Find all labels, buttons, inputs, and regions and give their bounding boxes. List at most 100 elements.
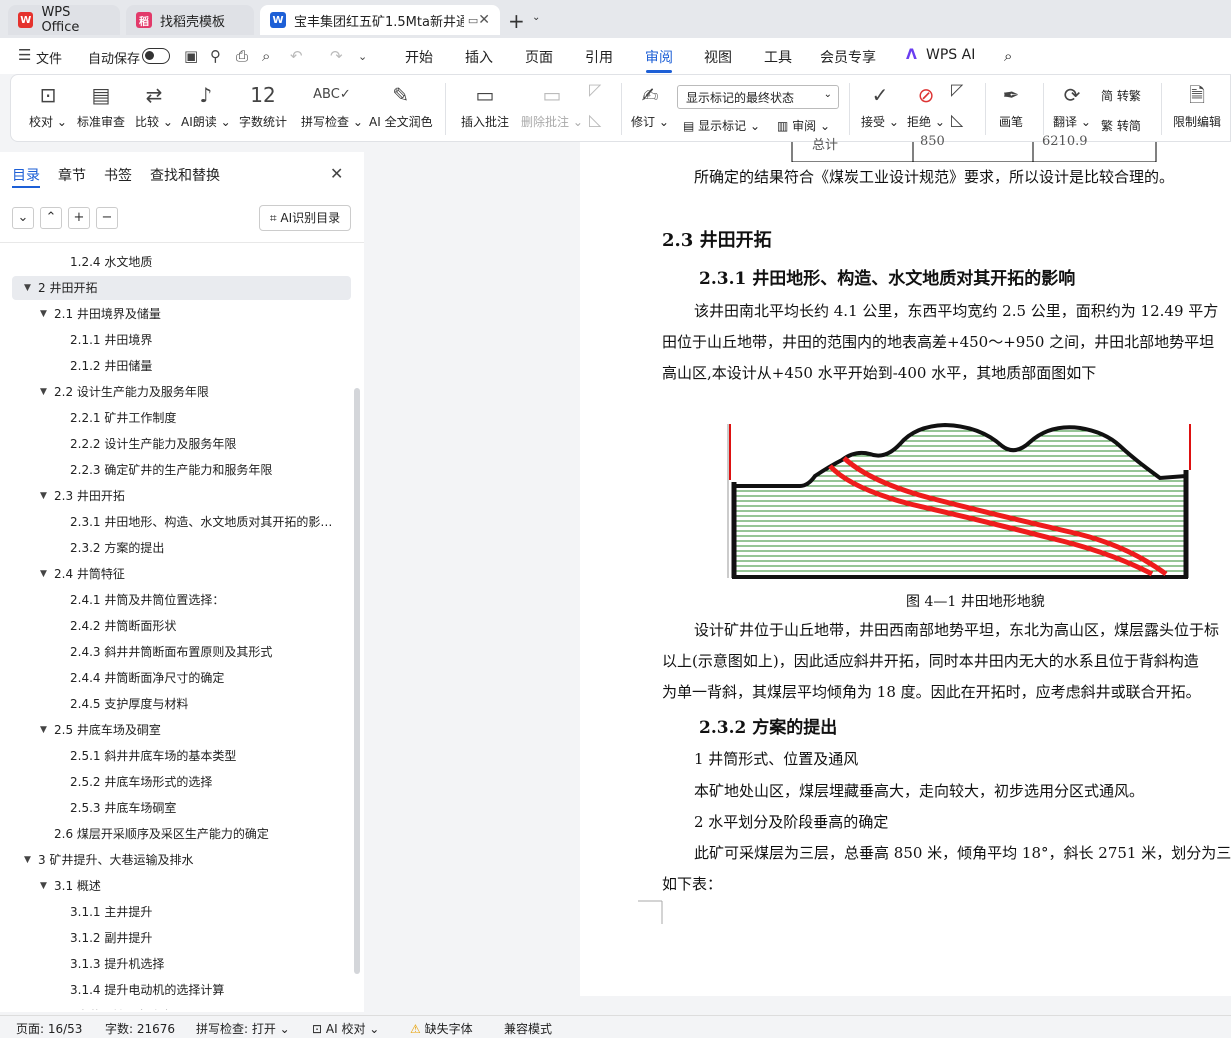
- autosave-toggle[interactable]: [142, 48, 170, 64]
- word-count-button[interactable]: 12 字数统计: [239, 81, 287, 130]
- tab-sections[interactable]: 章节: [58, 165, 86, 185]
- expand-arrow-icon[interactable]: ▼: [24, 848, 31, 872]
- toc-item[interactable]: 2.2.2 设计生产能力及服务年限: [12, 432, 351, 456]
- page-indicator[interactable]: 页面: 16/53: [16, 1020, 82, 1037]
- toc-item[interactable]: 3.1.1 主井提升: [12, 900, 351, 924]
- close-panel-icon[interactable]: ✕: [330, 164, 343, 183]
- toc-item[interactable]: 2.4.2 井筒断面形状: [12, 614, 351, 638]
- toc-item[interactable]: ▼ 3.1 概述: [12, 874, 351, 898]
- restrict-edit-button[interactable]: 🗎 限制编辑: [1173, 81, 1221, 130]
- toc-item[interactable]: ▼ 2 井田开拓: [12, 276, 351, 300]
- toc-item[interactable]: 2.3.1 井田地形、构造、水文地质对其开拓的影…: [12, 510, 351, 534]
- redo-icon[interactable]: ↷: [330, 47, 343, 65]
- expand-arrow-icon[interactable]: ▼: [40, 380, 47, 404]
- expand-arrow-icon[interactable]: ▼: [40, 484, 47, 508]
- toc-item[interactable]: 2.5.2 井底车场形式的选择: [12, 770, 351, 794]
- chevron-down-icon[interactable]: ⌄: [358, 50, 367, 63]
- toc-item[interactable]: 3.1.3 提升机选择: [12, 952, 351, 976]
- to-simplified-button[interactable]: 繁 转简: [1101, 117, 1141, 134]
- close-tab-icon[interactable]: ✕: [478, 12, 490, 28]
- toc-item[interactable]: ▼ 2.4 井筒特征: [12, 562, 351, 586]
- toc-item[interactable]: 2.1.2 井田储量: [12, 354, 351, 378]
- menu-wps-ai[interactable]: WPS AI: [926, 47, 975, 63]
- accept-button[interactable]: ✓ 接受 ⌄: [861, 81, 899, 130]
- spell-check-button[interactable]: ABC✓ 拼写检查 ⌄: [301, 81, 363, 130]
- expand-arrow-icon[interactable]: ▼: [40, 874, 47, 898]
- insert-comment-button[interactable]: ▭ 插入批注: [461, 81, 509, 130]
- toc-item[interactable]: 2.1.1 井田境界: [12, 328, 351, 352]
- monitor-icon[interactable]: ▭: [468, 14, 478, 27]
- missing-font-status[interactable]: ⚠ 缺失字体: [410, 1020, 473, 1037]
- new-tab-plus-icon[interactable]: +: [508, 9, 525, 33]
- toc-item[interactable]: 2.3.2 方案的提出: [12, 536, 351, 560]
- wps-ai-icon[interactable]: ᐱ: [906, 47, 917, 63]
- toc-item[interactable]: ▼ 2.3 井田开拓: [12, 484, 351, 508]
- hamburger-icon[interactable]: ☰: [18, 46, 31, 64]
- delete-comment-button[interactable]: ▭ 删除批注 ⌄: [521, 81, 583, 130]
- toc-item[interactable]: 3.2 大巷运输设备确定: [12, 1004, 351, 1010]
- toc-item[interactable]: 3.1.2 副井提升: [12, 926, 351, 950]
- pen-button[interactable]: ✒ 画笔: [999, 81, 1023, 130]
- toc-item[interactable]: ▼ 2.2 设计生产能力及服务年限: [12, 380, 351, 404]
- toc-item[interactable]: 2.2.3 确定矿井的生产能力和服务年限: [12, 458, 351, 482]
- print-preview-icon[interactable]: ⌕: [262, 47, 270, 65]
- ai-read-button[interactable]: ♪ AI朗读 ⌄: [181, 81, 231, 130]
- save-icon[interactable]: ▣: [184, 47, 198, 65]
- toc-item[interactable]: ▼ 3 矿井提升、大巷运输及排水: [12, 848, 351, 872]
- toc-item[interactable]: 2.4.4 井筒断面净尺寸的确定: [12, 666, 351, 690]
- menu-view[interactable]: 视图: [704, 47, 732, 67]
- toc-item[interactable]: 2.6 煤层开采顺序及采区生产能力的确定: [12, 822, 351, 846]
- next-comment-button[interactable]: ◺: [589, 109, 601, 135]
- search-icon[interactable]: ⌕: [1004, 47, 1012, 65]
- tab-bookmarks[interactable]: 书签: [104, 165, 132, 185]
- expand-arrow-icon[interactable]: ▼: [40, 302, 47, 326]
- expand-arrow-icon[interactable]: ▼: [40, 718, 47, 742]
- proofread-button[interactable]: ⊡ 校对 ⌄: [29, 81, 67, 130]
- show-markup-button[interactable]: ▤ 显示标记 ⌄: [683, 117, 760, 134]
- toc-item[interactable]: 2.5.1 斜井井底车场的基本类型: [12, 744, 351, 768]
- toc-item[interactable]: 2.2.1 矿井工作制度: [12, 406, 351, 430]
- reject-button[interactable]: ⊘ 拒绝 ⌄: [907, 81, 945, 130]
- std-review-button[interactable]: ▤ 标准审查: [77, 81, 125, 130]
- menu-review[interactable]: 审阅: [645, 47, 673, 67]
- prev-change-button[interactable]: ◸: [951, 79, 963, 105]
- tab-toc[interactable]: 目录: [12, 165, 40, 185]
- menu-insert[interactable]: 插入: [465, 47, 493, 67]
- next-change-button[interactable]: ◺: [951, 109, 963, 135]
- toc-item[interactable]: ▼ 2.5 井底车场及硐室: [12, 718, 351, 742]
- expand-arrow-icon[interactable]: ▼: [24, 276, 31, 300]
- to-traditional-button[interactable]: 简 转繁: [1101, 87, 1141, 104]
- spell-check-status[interactable]: 拼写检查: 打开 ⌄: [196, 1020, 290, 1037]
- tab-template[interactable]: 稻 找稻壳模板: [126, 5, 254, 35]
- toc-item[interactable]: 1.2.4 水文地质: [12, 250, 351, 274]
- tab-wps-office[interactable]: W WPS Office: [8, 5, 120, 35]
- share-icon[interactable]: ⚲: [210, 47, 221, 65]
- menu-reference[interactable]: 引用: [585, 47, 613, 67]
- ai-polish-button[interactable]: ✎ AI 全文润色: [369, 81, 433, 130]
- markup-state-select[interactable]: 显示标记的最终状态 ⌄: [677, 85, 839, 109]
- menu-page[interactable]: 页面: [525, 47, 553, 67]
- toc-item[interactable]: 2.4.5 支护厚度与材料: [12, 692, 351, 716]
- collapse-all-button[interactable]: ⌃: [40, 207, 62, 229]
- toc-item[interactable]: 3.1.4 提升电动机的选择计算: [12, 978, 351, 1002]
- menu-start[interactable]: 开始: [405, 47, 433, 67]
- translate-button[interactable]: ⟳ 翻译 ⌄: [1053, 81, 1091, 130]
- ai-toc-button[interactable]: ⌗ AI识别目录: [259, 205, 351, 231]
- prev-comment-button[interactable]: ◸: [589, 79, 601, 105]
- print-icon[interactable]: ⎙: [236, 47, 248, 65]
- toc-item[interactable]: ▼ 2.1 井田境界及储量: [12, 302, 351, 326]
- menu-tools[interactable]: 工具: [764, 47, 792, 67]
- expand-arrow-icon[interactable]: ▼: [40, 562, 47, 586]
- toc-item[interactable]: 2.4.1 井筒及井筒位置选择：: [12, 588, 351, 612]
- tab-document[interactable]: W 宝丰集团红五矿1.5Mta新井通 ▭ ✕: [260, 5, 500, 35]
- undo-icon[interactable]: ↶: [290, 47, 303, 65]
- ai-proof-status[interactable]: ⊡ AI 校对 ⌄: [312, 1020, 379, 1037]
- expand-all-button[interactable]: ⌄: [12, 207, 34, 229]
- menu-member[interactable]: 会员专享: [820, 47, 876, 67]
- toc-item[interactable]: 2.5.3 井底车场硐室: [12, 796, 351, 820]
- compare-button[interactable]: ⇄ 比较 ⌄: [135, 81, 173, 130]
- add-heading-button[interactable]: +: [68, 207, 90, 229]
- word-count-indicator[interactable]: 字数: 21676: [105, 1020, 175, 1037]
- panel-scrollbar[interactable]: [354, 388, 360, 974]
- revise-button[interactable]: ✍ 修订 ⌄: [631, 81, 669, 130]
